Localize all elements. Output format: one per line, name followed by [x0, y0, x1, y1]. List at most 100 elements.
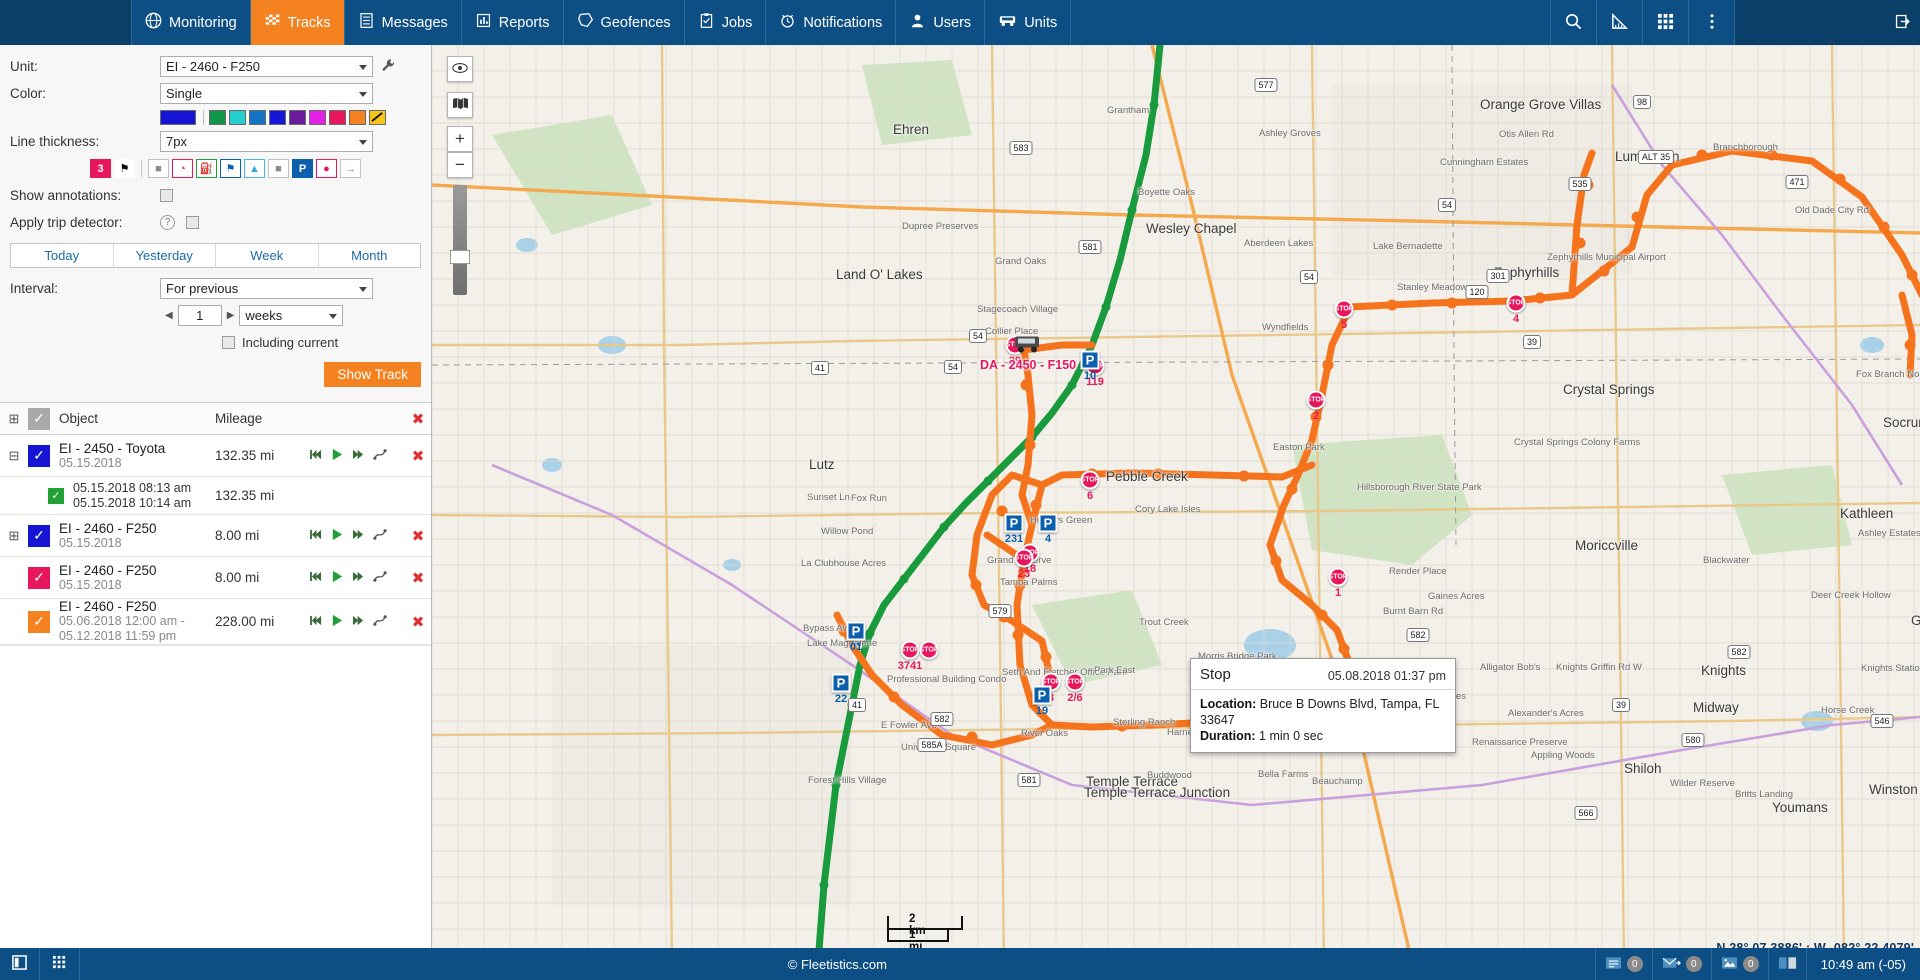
images-counter[interactable]: 0 [1710, 948, 1768, 980]
stop-marker[interactable]: STOP [1306, 390, 1326, 410]
parking-marker[interactable]: P [1080, 350, 1100, 370]
swatch-purple[interactable] [289, 110, 306, 125]
clear-all-button[interactable]: ✖ [405, 410, 431, 428]
line-thickness-select[interactable]: 7px [160, 131, 373, 152]
stop-marker[interactable]: STOP [1334, 299, 1354, 319]
swatch-magenta[interactable] [309, 110, 326, 125]
swatch-orange[interactable] [349, 110, 366, 125]
video-icon[interactable]: ■ [268, 159, 289, 178]
zoom-out-button[interactable]: − [447, 152, 473, 178]
list-item[interactable]: ✓ 05.15.2018 08:13 am 05.15.2018 10:14 am 1… [0, 477, 431, 515]
direction-arrow-icon[interactable]: → [340, 159, 361, 178]
interval-decrement-button[interactable]: ◀ [160, 310, 178, 321]
trip-detector-checkbox[interactable] [186, 216, 199, 229]
grid-view-button[interactable] [40, 948, 80, 980]
nav-item-jobs[interactable]: Jobs [685, 0, 767, 45]
swatch-darkblue[interactable] [269, 110, 286, 125]
row-remove-button[interactable]: ✖ [405, 613, 431, 631]
speeding-icon[interactable]: ◔ [172, 159, 193, 178]
nav-item-users[interactable]: Users [896, 0, 986, 45]
stop-marker[interactable]: STOP [1080, 470, 1100, 490]
row-checkbox[interactable]: ✓ [28, 610, 50, 633]
row-remove-button[interactable]: ✖ [405, 527, 431, 545]
fit-track-icon[interactable] [373, 528, 387, 544]
fit-track-icon[interactable] [373, 448, 387, 464]
show-annotations-checkbox[interactable] [160, 189, 173, 202]
play-icon[interactable] [331, 570, 344, 586]
markers-flag-icon[interactable]: ⚑ [220, 159, 241, 178]
visibility-toggle-button[interactable] [447, 56, 473, 82]
zoom-slider-track[interactable] [453, 185, 467, 295]
fast-forward-icon[interactable] [352, 448, 365, 463]
including-current-checkbox[interactable] [222, 336, 235, 349]
swatch-turquoise[interactable] [229, 110, 246, 125]
map-layers-button[interactable] [447, 92, 473, 118]
stop-marker[interactable]: STOP [1014, 548, 1034, 568]
stop-marker[interactable]: STOP [1065, 672, 1085, 692]
parking-marker[interactable]: P [846, 621, 866, 641]
nav-item-geofences[interactable]: Geofences [564, 0, 685, 45]
play-icon[interactable] [331, 614, 344, 630]
nav-item-tracks[interactable]: Tracks [250, 0, 345, 45]
expand-all-toggle[interactable]: ⊞ [0, 411, 28, 427]
logout-icon[interactable] [1894, 13, 1911, 33]
stop-marker[interactable]: STOP [919, 640, 939, 660]
stop-marker[interactable]: STOP [1506, 293, 1526, 313]
fit-track-icon[interactable] [373, 614, 387, 630]
row-checkbox[interactable]: ✓ [28, 566, 50, 589]
select-all-checkbox[interactable]: ✓ [28, 407, 50, 430]
group-markers-icon[interactable]: ⚑ [114, 159, 135, 178]
map-canvas[interactable]: Orange Grove VillasLumbertonZephyrhillsC… [432, 45, 1920, 963]
swatch-green[interactable] [209, 110, 226, 125]
apps-button[interactable] [1642, 0, 1688, 45]
quick-range-yesterday[interactable]: Yesterday [114, 244, 216, 267]
layout-button[interactable] [1767, 948, 1806, 980]
row-remove-button[interactable]: ✖ [405, 447, 431, 465]
images-icon[interactable]: ▲ [244, 159, 265, 178]
messages-counter[interactable]: 0 [1594, 948, 1652, 980]
parking-marker[interactable]: P [1032, 685, 1052, 705]
swatch-navy[interactable] [160, 110, 196, 125]
rewind-icon[interactable] [310, 448, 323, 463]
vehicle-marker[interactable] [1013, 331, 1043, 360]
measure-button[interactable] [1596, 0, 1642, 45]
interval-unit-select[interactable]: weeks [239, 305, 344, 326]
stop-marker[interactable]: STOP [1328, 567, 1348, 587]
swatch-pink[interactable] [329, 110, 346, 125]
nav-item-messages[interactable]: Messages [345, 0, 462, 45]
table-row[interactable]: ✓ EI - 2460 - F250 05.15.2018 8.00 mi ✖ [0, 557, 431, 599]
row-remove-button[interactable]: ✖ [405, 569, 431, 587]
fast-forward-icon[interactable] [352, 528, 365, 543]
stop-marker[interactable]: STOP [900, 640, 920, 660]
nav-item-notifications[interactable]: Notifications [766, 0, 897, 45]
row-checkbox[interactable]: ✓ [28, 444, 50, 467]
quick-range-month[interactable]: Month [319, 244, 421, 267]
events-icon[interactable]: ■ [148, 159, 169, 178]
nav-item-reports[interactable]: Reports [462, 0, 564, 45]
app-logo[interactable] [0, 0, 132, 45]
row-checkbox[interactable]: ✓ [28, 524, 50, 547]
subrow-checkbox[interactable]: ✓ [48, 487, 64, 504]
mail-counter[interactable]: 0 [1651, 948, 1711, 980]
quick-range-week[interactable]: Week [216, 244, 319, 267]
rewind-icon[interactable] [310, 614, 323, 629]
nav-item-units[interactable]: Units [985, 0, 1072, 45]
zoom-in-button[interactable]: + [447, 126, 473, 152]
fast-forward-icon[interactable] [352, 614, 365, 629]
nav-item-monitoring[interactable]: Monitoring [132, 0, 251, 45]
swatch-yellow[interactable] [369, 110, 386, 125]
color-select[interactable]: Single [160, 83, 373, 104]
rewind-icon[interactable] [310, 570, 323, 585]
parkings-icon[interactable]: P [292, 159, 313, 178]
stops-icon[interactable]: ● [316, 159, 337, 178]
play-icon[interactable] [331, 528, 344, 544]
table-row[interactable]: ✓ EI - 2460 - F250 05.06.2018 12:00 am -05… [0, 599, 431, 645]
parking-marker[interactable]: P [1038, 513, 1058, 533]
search-button[interactable] [1550, 0, 1596, 45]
fit-track-icon[interactable] [373, 570, 387, 586]
play-icon[interactable] [331, 448, 344, 464]
toggle-panel-button[interactable] [0, 948, 40, 980]
row-expander[interactable]: ⊟ [0, 448, 28, 464]
user-account-area[interactable] [1734, 0, 1920, 45]
interval-increment-button[interactable]: ▶ [222, 310, 240, 321]
